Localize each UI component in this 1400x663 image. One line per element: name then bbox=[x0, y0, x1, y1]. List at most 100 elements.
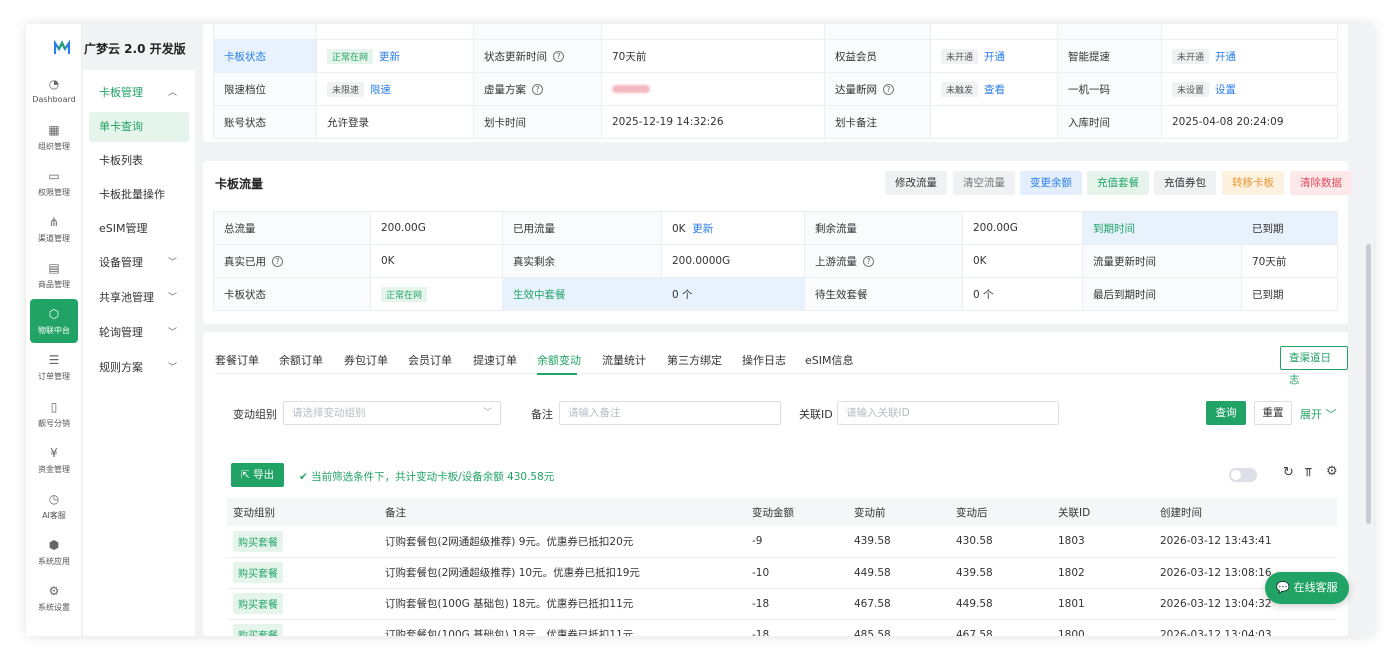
speed-limit-link[interactable]: 限速 bbox=[370, 84, 391, 96]
submenu-group-device[interactable]: 设备管理 ﹀ bbox=[89, 248, 189, 278]
rail-item[interactable]: ▦ 组织管理 bbox=[30, 115, 78, 159]
expand-toggle[interactable]: 展开 ﹀ bbox=[1300, 406, 1337, 422]
table-row: 购买套餐 订购套餐包(100G 基础包) 18元。优惠券已抵扣11元-18485.… bbox=[227, 619, 1337, 636]
clear-data-button[interactable]: 清除数据 bbox=[1290, 171, 1352, 195]
recharge-package-button[interactable]: 充值套餐 bbox=[1087, 171, 1149, 195]
update-status-link[interactable]: 更新 bbox=[379, 51, 400, 63]
dashboard-icon: ◔ bbox=[48, 76, 60, 91]
rail-item[interactable]: ◔ Dashboard bbox=[30, 68, 78, 112]
set-link[interactable]: 设置 bbox=[1215, 84, 1236, 96]
rail-item[interactable]: ▯ 靓号分销 bbox=[30, 392, 78, 436]
rail-item[interactable]: ¥ 资金管理 bbox=[30, 438, 78, 482]
order-icon: ☰ bbox=[48, 352, 60, 367]
ai-icon: ◷ bbox=[48, 491, 60, 506]
submenu-item-esim[interactable]: eSIM管理 bbox=[89, 214, 189, 244]
status-badge: 正常在网 bbox=[327, 48, 374, 64]
icon-rail: ◔ Dashboard ▦ 组织管理 ▭ 权限管理 ⋔ 渠道管理 ▤ 商品管理 ⬡ 物联中台 ☰ 订单管理… bbox=[26, 24, 82, 636]
rail-item[interactable]: ⬡ 物联中台 bbox=[30, 299, 78, 343]
table-cell: 2026-03-12 13:43:41 bbox=[1154, 526, 1337, 558]
table-cell: 1800 bbox=[1052, 619, 1154, 636]
group-select[interactable]: 请选择变动组别 ﹀ bbox=[283, 401, 501, 425]
tab-balance-orders[interactable]: 余额订单 bbox=[279, 352, 323, 368]
submenu-group-card-board[interactable]: 卡板管理 ︿ bbox=[89, 78, 189, 108]
recharge-coupon-button[interactable]: 充值券包 bbox=[1154, 171, 1216, 195]
help-icon[interactable]: ? bbox=[553, 51, 564, 62]
table-row: 购买套餐 订购套餐包(2网通超级推荐) 9元。优惠券已抵扣20元 -9 439.58 4… bbox=[227, 526, 1337, 558]
note-input[interactable]: 请输入备注 bbox=[559, 401, 781, 425]
clear-flow-button[interactable]: 清空流量 bbox=[953, 171, 1015, 195]
rail-item[interactable]: ◷ AI客服 bbox=[30, 484, 78, 528]
activate-speedup-link[interactable]: 开通 bbox=[1215, 51, 1236, 63]
column-header: 备注 bbox=[379, 498, 746, 526]
table-cell: -10 bbox=[746, 557, 848, 589]
help-icon[interactable]: ? bbox=[532, 84, 543, 95]
table-cell: 449.58 bbox=[950, 588, 1052, 620]
tab-third-party[interactable]: 第三方绑定 bbox=[667, 352, 722, 368]
tab-operation-log[interactable]: 操作日志 bbox=[742, 352, 786, 368]
flow-value: 200.0000G bbox=[661, 244, 805, 278]
column-header: 变动组别 bbox=[227, 498, 379, 526]
rail-item-label: 系统设置 bbox=[38, 602, 70, 612]
table-cell: 467.58 bbox=[848, 588, 950, 620]
rel-id-input[interactable]: 请输入关联ID bbox=[837, 401, 1059, 425]
submenu-item-single-card[interactable]: 单卡查询 bbox=[89, 112, 189, 142]
export-icon: ⇱ bbox=[241, 469, 250, 481]
help-icon[interactable]: ? bbox=[863, 256, 874, 267]
rail-item-label: 渠道管理 bbox=[38, 233, 70, 243]
rail-item-label: 物联中台 bbox=[38, 325, 70, 335]
toggle-switch[interactable] bbox=[1229, 468, 1257, 482]
table-cell: 439.58 bbox=[848, 526, 950, 558]
rail-item-label: 组织管理 bbox=[38, 141, 70, 151]
rail-item[interactable]: ▭ 权限管理 bbox=[30, 161, 78, 205]
tab-coupon-orders[interactable]: 券包订单 bbox=[344, 352, 388, 368]
tab-flow-stats[interactable]: 流量统计 bbox=[602, 352, 646, 368]
table-cell: 订购套餐包(100G 基础包) 18元。优惠券已抵扣11元 bbox=[379, 619, 746, 636]
submenu-group-pool[interactable]: 共享池管理 ﹀ bbox=[89, 283, 189, 313]
tab-balance-changes[interactable]: 余额变动 bbox=[537, 352, 581, 368]
tab-package-orders[interactable]: 套餐订单 bbox=[215, 352, 259, 368]
submenu-item-card-list[interactable]: 卡板列表 bbox=[89, 146, 189, 176]
query-button[interactable]: 查询 bbox=[1206, 401, 1246, 425]
tab-member-orders[interactable]: 会员订单 bbox=[408, 352, 452, 368]
scrollbar[interactable] bbox=[1366, 244, 1371, 524]
update-flow-link[interactable]: 更新 bbox=[692, 223, 713, 235]
rail-item-label: 订单管理 bbox=[38, 371, 70, 381]
rail-item[interactable]: ⚙ 系统设置 bbox=[30, 576, 78, 620]
rail-item[interactable]: ▤ 商品管理 bbox=[30, 253, 78, 297]
tab-esim-info[interactable]: eSIM信息 bbox=[805, 352, 854, 368]
modify-flow-button[interactable]: 修改流量 bbox=[885, 171, 947, 195]
activate-member-link[interactable]: 开通 bbox=[984, 51, 1005, 63]
chevron-down-icon: ﹀ bbox=[482, 408, 492, 418]
tab-speedup-orders[interactable]: 提速订单 bbox=[473, 352, 517, 368]
transfer-card-button[interactable]: 转移卡板 bbox=[1222, 171, 1284, 195]
reset-button[interactable]: 重置 bbox=[1254, 401, 1292, 425]
rail-item[interactable]: ⋔ 渠道管理 bbox=[30, 207, 78, 251]
channel-log-button[interactable]: 查渠道日志 bbox=[1280, 346, 1348, 386]
chevron-down-icon: ﹀ bbox=[167, 293, 177, 303]
export-button[interactable]: ⇱ 导出 bbox=[231, 463, 285, 487]
info-label: 限速档位 bbox=[213, 72, 317, 106]
help-icon[interactable]: ? bbox=[272, 256, 283, 267]
table-header: 变动组别 备注 变动金额 变动前 变动后 关联ID 创建时间 bbox=[227, 498, 1337, 526]
submenu-group-rules[interactable]: 规则方案 ﹀ bbox=[89, 353, 189, 383]
table-cell: 449.58 bbox=[848, 557, 950, 589]
submenu-item-batch-ops[interactable]: 卡板批量操作 bbox=[89, 180, 189, 210]
submenu-group-polling[interactable]: 轮询管理 ﹀ bbox=[89, 318, 189, 348]
density-icon[interactable]: ⫪ bbox=[1305, 465, 1312, 480]
rail-item-label: 资金管理 bbox=[38, 464, 70, 474]
gear-icon[interactable]: ⚙ bbox=[1326, 464, 1338, 479]
chevron-down-icon: ﹀ bbox=[167, 328, 177, 338]
info-label: 达量断网? bbox=[824, 72, 931, 106]
status-badge: 正常在网 bbox=[381, 286, 428, 302]
column-header: 变动前 bbox=[848, 498, 950, 526]
active-tab-indicator bbox=[537, 373, 577, 375]
rail-item[interactable]: ⬢ 系统应用 bbox=[30, 530, 78, 574]
refresh-icon[interactable]: ↻ bbox=[1283, 465, 1294, 480]
help-icon[interactable]: ? bbox=[883, 84, 894, 95]
view-link[interactable]: 查看 bbox=[984, 84, 1005, 96]
rail-item[interactable]: ☰ 订单管理 bbox=[30, 345, 78, 389]
info-label: 入库时间 bbox=[1057, 105, 1162, 139]
rail-item-label: 权限管理 bbox=[38, 187, 70, 197]
online-service-button[interactable]: 💬 在线客服 bbox=[1265, 572, 1349, 604]
change-balance-button[interactable]: 变更余额 bbox=[1020, 171, 1082, 195]
